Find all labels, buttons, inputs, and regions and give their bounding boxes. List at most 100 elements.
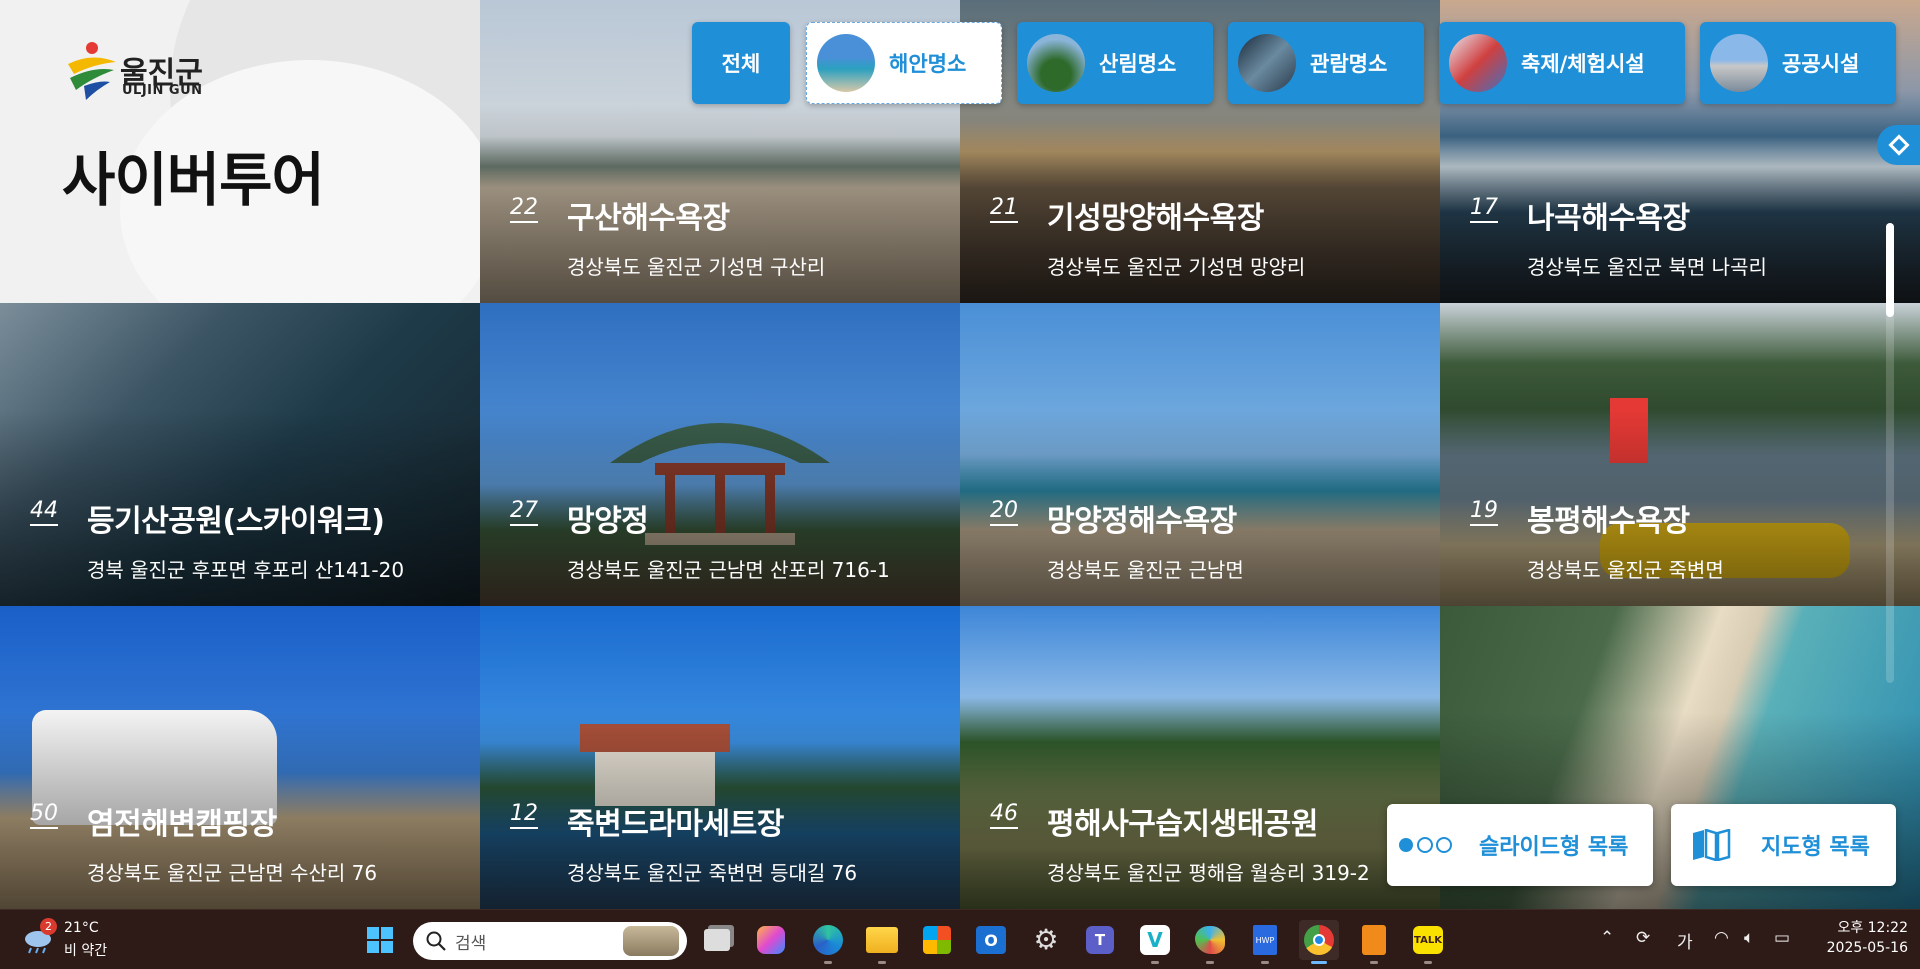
- store-icon: [923, 926, 951, 954]
- outlook-button[interactable]: O: [971, 920, 1011, 960]
- slide-dots-icon: [1399, 837, 1452, 853]
- category-festival-button[interactable]: 축제/체험시설: [1439, 22, 1685, 104]
- system-clock[interactable]: 오후 12:22 2025-05-16: [1827, 918, 1908, 958]
- tile-number: 50: [30, 803, 58, 829]
- vscode-button[interactable]: V: [1135, 920, 1175, 964]
- task-view-icon: [704, 929, 730, 951]
- edge-button[interactable]: [808, 920, 848, 964]
- tile-number: 44: [30, 500, 58, 526]
- tile-address: 경상북도 울진군 기성면 구산리: [567, 255, 826, 279]
- ime-indicator[interactable]: 가: [1677, 928, 1693, 953]
- slide-list-label: 슬라이드형 목록: [1479, 835, 1629, 860]
- paint-button[interactable]: [1190, 920, 1230, 964]
- tile-title: 기성망양해수욕장: [1047, 201, 1264, 236]
- sync-icon[interactable]: ⟳: [1636, 928, 1650, 948]
- store-button[interactable]: [917, 920, 957, 960]
- tile-title: 나곡해수욕장: [1527, 201, 1690, 236]
- tile-address: 경상북도 울진군 근남면 수산리 76: [87, 861, 378, 885]
- tile-address: 경상북도 울진군 죽변면: [1527, 558, 1724, 582]
- tile-title: 죽변드라마세트장: [567, 807, 784, 842]
- hwp-button[interactable]: HWP: [1245, 920, 1285, 964]
- page-title: 사이버투어: [62, 146, 325, 214]
- settings-button[interactable]: ⚙: [1026, 920, 1066, 960]
- side-toggle-button[interactable]: [1877, 125, 1920, 165]
- tour-tile[interactable]: 50 염전해변캠핑장 경상북도 울진군 근남면 수산리 76: [0, 606, 480, 909]
- tile-number: 20: [990, 500, 1018, 526]
- tile-number: 22: [510, 197, 538, 223]
- weather-desc: 비 약간: [64, 943, 108, 959]
- taskbar: 2 21°C 비 약간 검색 O ⚙ T V HWP TALK ⌃ ⟳ 가 ◠ …: [0, 909, 1920, 969]
- tile-address: 경북 울진군 후포면 후포리 산141-20: [87, 558, 405, 582]
- tour-tile-grid: 울진군 ULJIN GUN 사이버투어 22 구산해수욕장 경상북도 울진군 기…: [0, 0, 1920, 909]
- tile-title: 등기산공원(스카이워크): [87, 504, 385, 539]
- orange-doc-icon: [1362, 925, 1386, 955]
- diamond-icon: [1887, 134, 1910, 156]
- uljin-logo-icon: [68, 42, 116, 100]
- scrollbar-thumb[interactable]: [1886, 223, 1894, 317]
- tour-tile[interactable]: 19 봉평해수욕장 경상북도 울진군 죽변면: [1440, 303, 1920, 606]
- slide-list-button[interactable]: 슬라이드형 목록: [1387, 804, 1653, 886]
- tour-tile[interactable]: 20 망양정해수욕장 경상북도 울진군 근남면: [960, 303, 1440, 606]
- tile-title: 봉평해수욕장: [1527, 504, 1690, 539]
- category-thumb-icon: [1710, 34, 1768, 92]
- search-icon: [426, 931, 446, 951]
- category-label: 축제/체험시설: [1521, 52, 1645, 76]
- tile-address: 경상북도 울진군 평해읍 월송리 319-2: [1047, 861, 1370, 885]
- wifi-icon[interactable]: ◠: [1714, 928, 1729, 948]
- tour-tile[interactable]: 44 등기산공원(스카이워크) 경북 울진군 후포면 후포리 산141-20: [0, 303, 480, 606]
- copilot-icon: [757, 926, 785, 954]
- tile-address: 경상북도 울진군 죽변면 등대길 76: [567, 861, 858, 885]
- copilot-button[interactable]: [751, 920, 791, 960]
- logo-name-en: ULJIN GUN: [122, 83, 203, 98]
- start-button[interactable]: [360, 920, 400, 960]
- category-label: 전체: [721, 52, 761, 76]
- tile-title: 평해사구습지생태공원: [1047, 807, 1319, 842]
- palette-icon: [1195, 926, 1225, 954]
- category-thumb-icon: [1027, 34, 1085, 92]
- tile-title: 구산해수욕장: [567, 201, 730, 236]
- elephant-icon: [623, 926, 679, 956]
- tile-address: 경상북도 울진군 기성면 망양리: [1047, 255, 1306, 279]
- speaker-icon[interactable]: 🔈︎: [1744, 928, 1754, 948]
- tile-number: 17: [1470, 197, 1498, 223]
- battery-icon[interactable]: ▭: [1774, 928, 1790, 948]
- chevron-up-icon[interactable]: ⌃: [1600, 928, 1614, 948]
- category-public-button[interactable]: 공공시설: [1700, 22, 1896, 104]
- tile-address: 경상북도 울진군 근남면: [1047, 558, 1244, 582]
- outlook-icon: O: [976, 926, 1006, 954]
- tour-tile[interactable]: 12 죽변드라마세트장 경상북도 울진군 죽변면 등대길 76: [480, 606, 960, 909]
- tour-tile[interactable]: 46 평해사구습지생태공원 경상북도 울진군 평해읍 월송리 319-2: [960, 606, 1440, 909]
- slides-app-button[interactable]: [1354, 920, 1394, 964]
- chrome-button[interactable]: [1299, 920, 1339, 964]
- file-explorer-button[interactable]: [862, 920, 902, 964]
- tile-address: 경상북도 울진군 북면 나곡리: [1527, 255, 1767, 279]
- category-all-button[interactable]: 전체: [692, 22, 790, 104]
- tile-number: 46: [990, 803, 1018, 829]
- clock-date: 2025-05-16: [1826, 940, 1908, 956]
- tour-tile[interactable]: 27 망양정 경상북도 울진군 근남면 산포리 716-1: [480, 303, 960, 606]
- kakaotalk-button[interactable]: TALK: [1408, 920, 1448, 964]
- category-label: 해안명소: [889, 52, 967, 76]
- category-coast-button[interactable]: 해안명소: [806, 22, 1002, 104]
- category-thumb-icon: [1449, 34, 1507, 92]
- category-sightseeing-button[interactable]: 관람명소: [1228, 22, 1424, 104]
- teams-button[interactable]: T: [1080, 920, 1120, 960]
- teams-icon: T: [1086, 926, 1114, 954]
- tile-number: 27: [510, 500, 538, 526]
- weather-temp: 21°C: [64, 920, 99, 936]
- chrome-icon: [1304, 925, 1334, 955]
- category-label: 산림명소: [1099, 52, 1177, 76]
- taskbar-search[interactable]: 검색: [413, 922, 687, 960]
- v-app-icon: V: [1140, 925, 1170, 955]
- map-icon: [1693, 829, 1731, 861]
- map-list-button[interactable]: 지도형 목록: [1671, 804, 1896, 886]
- category-forest-button[interactable]: 산림명소: [1017, 22, 1213, 104]
- category-thumb-icon: [1238, 34, 1296, 92]
- weather-widget[interactable]: 2 21°C 비 약간: [22, 918, 142, 962]
- task-view-button[interactable]: [697, 920, 737, 960]
- tile-number: 12: [510, 803, 538, 829]
- tile-title: 염전해변캠핑장: [87, 807, 277, 842]
- tile-title: 망양정: [567, 504, 649, 539]
- edge-icon: [813, 925, 843, 955]
- windows-logo-icon: [367, 927, 393, 953]
